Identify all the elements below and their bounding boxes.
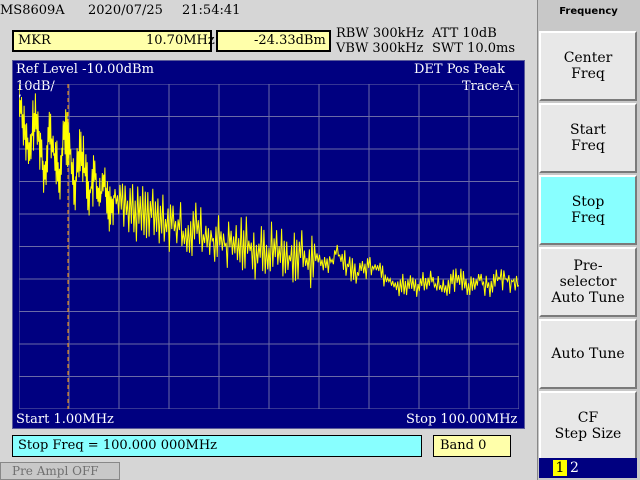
start-freq-softkey[interactable]: Start Freq [539, 103, 637, 173]
ref-level: Ref Level -10.00dBm [16, 62, 154, 77]
model-name: MS8609A [0, 3, 65, 18]
swt-setting: SWT 10.0ms [432, 41, 516, 56]
softkey-label: CF Step Size [554, 410, 622, 442]
menu-page-other[interactable]: 2 [570, 460, 579, 476]
entry-text: Stop Freq = 100.000 000MHz [18, 438, 218, 453]
softkey-label: Stop Freq [571, 194, 605, 226]
vbw-setting: VBW 300kHz [336, 41, 424, 56]
time-display: 21:54:41 [182, 3, 241, 18]
att-setting: ATT 10dB [432, 26, 497, 41]
detector-mode: DET Pos Peak [414, 62, 506, 77]
center-freq-softkey[interactable]: Center Freq [539, 31, 637, 101]
preselector-auto-tune-softkey[interactable]: Pre- selector Auto Tune [539, 247, 637, 317]
rbw-setting: RBW 300kHz [336, 26, 424, 41]
band-label: Band 0 [440, 438, 487, 453]
stop-freq-softkey[interactable]: Stop Freq [539, 175, 637, 245]
softkey-label: Start Freq [570, 122, 606, 154]
menu-page-current[interactable]: 1 [553, 460, 567, 476]
softkey-label: Auto Tune [551, 346, 625, 362]
stop-frequency: Stop 100.00MHz [406, 412, 518, 427]
status-bar [0, 0, 536, 24]
menu-title: Frequency [559, 6, 618, 17]
date-display: 2020/07/25 [88, 3, 163, 18]
graticule [19, 84, 519, 409]
softkey-label: Pre- selector Auto Tune [551, 258, 625, 306]
spectrum-plot [19, 84, 519, 409]
softkey-label: Center Freq [563, 50, 613, 82]
marker-amplitude: -24.33dBm [254, 33, 326, 48]
auto-tune-softkey[interactable]: Auto Tune [539, 319, 637, 389]
marker-label: MKR [18, 33, 51, 48]
cf-step-size-softkey[interactable]: CF Step Size [539, 391, 637, 461]
preamp-status: Pre Ampl OFF [12, 464, 99, 478]
start-frequency: Start 1.00MHz [16, 412, 114, 427]
marker-frequency: 10.70MHz [146, 33, 215, 48]
